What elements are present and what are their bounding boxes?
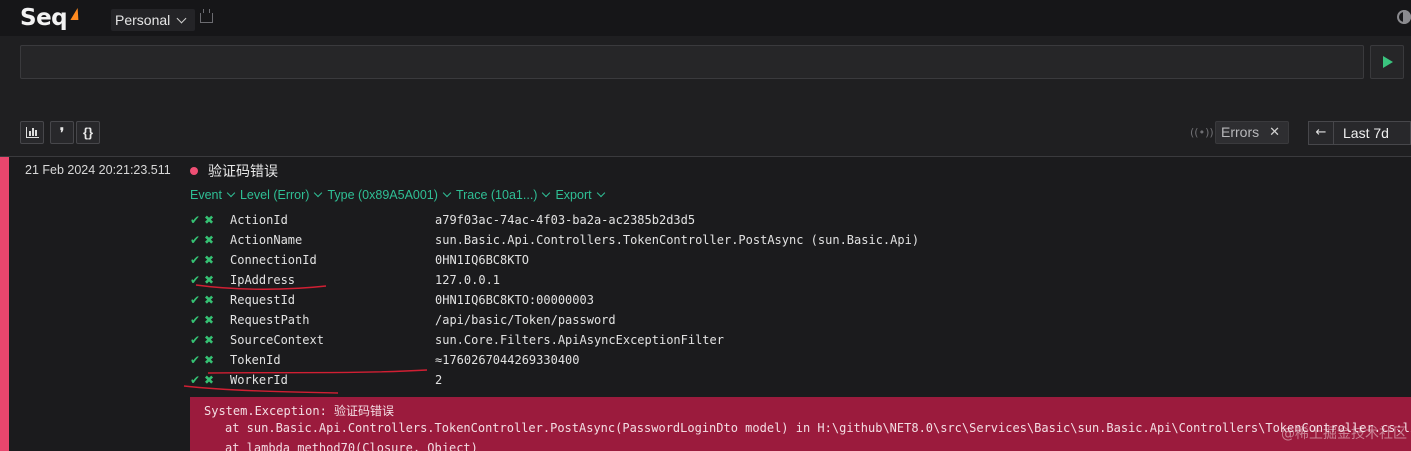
exclude-x-icon[interactable]: ✖ — [204, 230, 214, 250]
exclude-x-icon[interactable]: ✖ — [204, 210, 214, 230]
event-timestamp[interactable]: 21 Feb 2024 20:21:23.511 — [25, 163, 171, 177]
include-check-icon[interactable]: ✔ — [190, 290, 200, 310]
property-value: 2 — [435, 373, 443, 387]
property-name: ActionId — [230, 213, 288, 227]
property-name: RequestId — [230, 293, 296, 307]
property-name: RequestPath — [230, 313, 310, 327]
property-name: SourceContext — [230, 333, 324, 347]
event-menu[interactable]: Event — [190, 188, 236, 202]
exception-line: System.Exception: 验证码错误 — [204, 404, 395, 418]
workspace-label: Personal — [115, 12, 171, 28]
trace-menu[interactable]: Trace (10a1...) — [456, 188, 551, 202]
quote-icon: ❜ — [59, 124, 65, 140]
workspace-selector[interactable]: Personal — [111, 9, 196, 31]
include-check-icon[interactable]: ✔ — [190, 270, 200, 290]
property-value: sun.Basic.Api.Controllers.TokenControlle… — [435, 233, 920, 247]
theme-toggle-icon[interactable] — [1397, 10, 1411, 24]
include-check-icon[interactable]: ✔ — [190, 230, 200, 250]
property-value: 0HN1IQ6BC8KTO — [435, 253, 529, 267]
include-check-icon[interactable]: ✔ — [190, 210, 200, 230]
include-check-icon[interactable]: ✔ — [190, 370, 200, 390]
exception-line: at lambda_method70(Closure, Object) — [225, 441, 478, 451]
property-value: ≈1760267044269330400 — [435, 353, 580, 367]
property-value: a79f03ac-74ac-4f03-ba2a-ac2385b2d3d5 — [435, 213, 696, 227]
quote-button[interactable]: ❜ — [50, 121, 74, 144]
include-check-icon[interactable]: ✔ — [190, 250, 200, 270]
level-menu[interactable]: Level (Error) — [240, 188, 323, 202]
range-back-button[interactable]: ← — [1308, 121, 1334, 145]
property-value: 0HN1IQ6BC8KTO:00000003 — [435, 293, 594, 307]
chevron-down-icon — [542, 188, 551, 198]
include-check-icon[interactable]: ✔ — [190, 330, 200, 350]
signal-chip-errors[interactable]: Errors ✕ — [1215, 121, 1289, 144]
exclude-x-icon[interactable]: ✖ — [204, 290, 214, 310]
top-bar: Seq Personal — [0, 0, 1411, 36]
workspace-admin-icon[interactable] — [200, 9, 213, 23]
exclude-x-icon[interactable]: ✖ — [204, 270, 214, 290]
event-message[interactable]: 验证码错误 — [208, 161, 278, 181]
search-input[interactable] — [20, 45, 1364, 79]
level-indicator — [0, 157, 9, 451]
error-dot-icon — [190, 167, 198, 175]
exclude-x-icon[interactable]: ✖ — [204, 370, 214, 390]
property-value: /api/basic/Token/password — [435, 313, 616, 327]
property-name: WorkerId — [230, 373, 288, 387]
property-name: TokenId — [230, 353, 281, 367]
run-query-button[interactable] — [1370, 45, 1404, 79]
property-value: sun.Core.Filters.ApiAsyncExceptionFilter — [435, 333, 724, 347]
property-name: IpAddress — [230, 273, 296, 287]
exclude-x-icon[interactable]: ✖ — [204, 350, 214, 370]
seq-flame-icon — [70, 8, 82, 20]
chevron-down-icon — [314, 188, 323, 198]
event-actions: Event Level (Error) Type (0x89A5A001) Tr… — [190, 188, 610, 202]
include-check-icon[interactable]: ✔ — [190, 350, 200, 370]
exclude-x-icon[interactable]: ✖ — [204, 250, 214, 270]
json-view-button[interactable]: {} — [76, 121, 100, 144]
property-value: 127.0.0.1 — [435, 273, 501, 287]
exclude-x-icon[interactable]: ✖ — [204, 310, 214, 330]
exception-block: System.Exception: 验证码错误 at sun.Basic.Api… — [190, 397, 1411, 451]
property-name: ActionName — [230, 233, 303, 247]
signal-chip-label: Errors — [1221, 124, 1260, 140]
property-name: ConnectionId — [230, 253, 317, 267]
type-menu[interactable]: Type (0x89A5A001) — [327, 188, 452, 202]
signal-broadcast-icon: ((•)) — [1190, 126, 1214, 139]
exception-line: at sun.Basic.Api.Controllers.TokenContro… — [225, 421, 1411, 435]
chevron-down-icon — [596, 188, 605, 198]
remove-signal-icon[interactable]: ✕ — [1269, 122, 1280, 142]
seq-logo[interactable]: Seq — [20, 5, 68, 31]
bar-chart-icon — [25, 127, 39, 138]
chevron-down-icon — [176, 13, 187, 23]
braces-icon: {} — [82, 125, 94, 140]
chevron-down-icon — [442, 188, 452, 198]
exclude-x-icon[interactable]: ✖ — [204, 330, 214, 350]
date-range-selector[interactable]: Last 7d — [1334, 121, 1411, 145]
export-menu[interactable]: Export — [555, 188, 605, 202]
watermark: @稀土掘金技术社区 — [1281, 426, 1407, 442]
include-check-icon[interactable]: ✔ — [190, 310, 200, 330]
chart-toggle-button[interactable] — [20, 121, 44, 144]
chevron-down-icon — [226, 188, 236, 198]
